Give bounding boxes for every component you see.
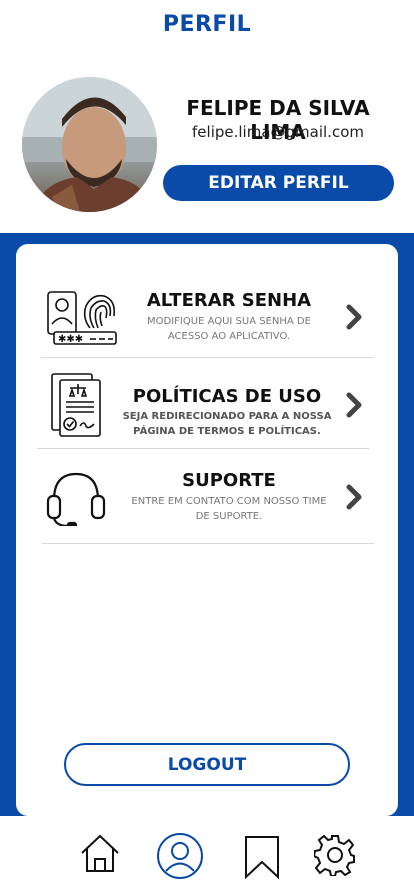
menu-item-change-password[interactable]: ✱✱✱ ALTERAR SENHA MODIFIQUE AQUI SUA SEN…: [16, 284, 398, 358]
menu-item-description: PÁGINA DE TERMOS E POLÍTICAS.: [133, 426, 321, 437]
fingerprint-password-icon: ✱✱✱: [46, 288, 118, 350]
menu-item-description: DE SUPORTE.: [195, 511, 263, 522]
chevron-right-icon: [346, 392, 362, 422]
menu-item-title: ALTERAR SENHA: [146, 290, 312, 311]
divider: [37, 448, 369, 449]
headset-icon: [46, 468, 106, 530]
menu-item-description: SEJA REDIRECIONADO PARA A NOSSA: [122, 411, 332, 422]
menu-item-usage-policies[interactable]: POLÍTICAS DE USO SEJA REDIRECIONADO PARA…: [16, 372, 398, 446]
settings-card: ✱✱✱ ALTERAR SENHA MODIFIQUE AQUI SUA SEN…: [16, 244, 398, 816]
user-email: felipe.lima@gmail.com: [192, 123, 364, 141]
profile-icon[interactable]: [156, 832, 204, 884]
menu-item-description: ENTRE EM CONTATO COM NOSSO TIME: [131, 496, 327, 507]
page-title: PERFIL: [162, 12, 252, 37]
policy-document-icon: [50, 372, 104, 444]
bookmark-icon[interactable]: [244, 835, 280, 883]
svg-text:✱✱✱: ✱✱✱: [58, 334, 83, 345]
menu-item-description: MODIFIQUE AQUI SUA SENHA DE: [147, 316, 311, 327]
menu-item-support[interactable]: SUPORTE ENTRE EM CONTATO COM NOSSO TIME …: [16, 464, 398, 538]
chevron-right-icon: [346, 304, 362, 334]
logout-button[interactable]: LOGOUT: [64, 743, 350, 786]
divider: [41, 357, 373, 358]
divider: [42, 543, 374, 544]
settings-icon[interactable]: [312, 834, 356, 880]
chevron-right-icon: [346, 484, 362, 514]
edit-profile-button[interactable]: EDITAR PERFIL: [163, 165, 394, 201]
avatar: [22, 77, 157, 212]
menu-item-title: SUPORTE: [182, 470, 276, 491]
menu-item-title: POLÍTICAS DE USO: [132, 386, 322, 407]
home-icon[interactable]: [79, 833, 121, 877]
bottom-tab-bar: [0, 816, 414, 896]
menu-item-description: ACESSO AO APLICATIVO.: [167, 331, 291, 342]
